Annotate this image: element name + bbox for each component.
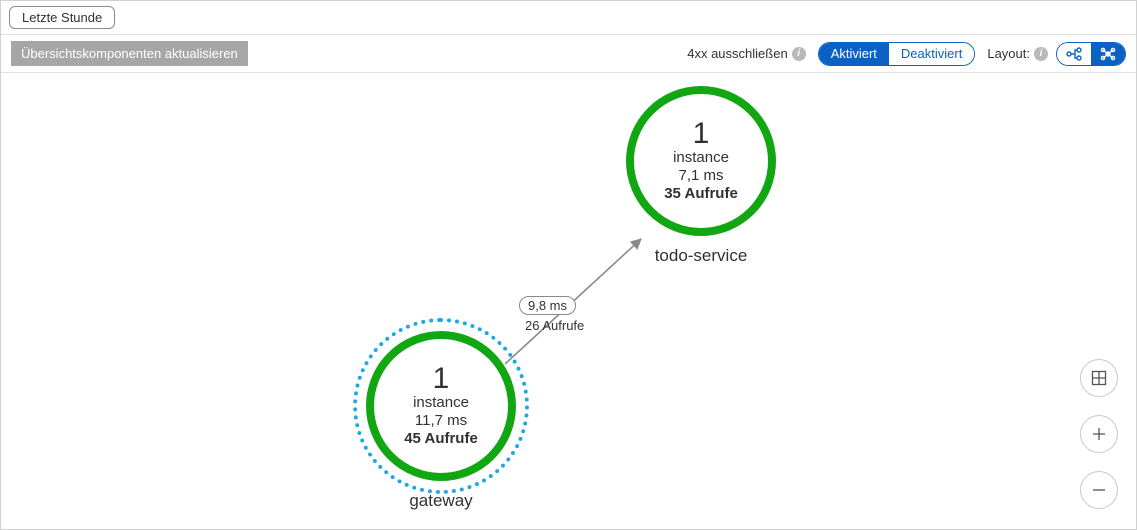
node-calls: 35 Aufrufe (664, 185, 738, 203)
edge-calls-label: 26 Aufrufe (525, 318, 584, 333)
node-calls: 45 Aufrufe (404, 430, 478, 448)
info-icon[interactable]: i (792, 47, 806, 61)
node-instance-count: 1 (433, 364, 450, 394)
zoom-controls (1080, 359, 1118, 509)
node-instance-count: 1 (693, 119, 710, 149)
topbar: Letzte Stunde (1, 1, 1136, 35)
network-icon (1100, 47, 1116, 61)
info-icon[interactable]: i (1034, 47, 1048, 61)
map-canvas[interactable]: 9,8 ms 26 Aufrufe 1 instance 7,1 ms 35 A… (1, 74, 1136, 529)
time-range-button[interactable]: Letzte Stunde (9, 6, 115, 29)
zoom-out-button[interactable] (1080, 471, 1118, 509)
node-todo-service[interactable]: 1 instance 7,1 ms 35 Aufrufe todo-servic… (626, 86, 776, 266)
zoom-in-button[interactable] (1080, 415, 1118, 453)
exclude-4xx-text: 4xx ausschließen (687, 46, 787, 61)
node-instance-label: instance (673, 149, 729, 167)
minus-icon (1091, 482, 1107, 498)
node-name: todo-service (626, 246, 776, 266)
node-gateway[interactable]: 1 instance 11,7 ms 45 Aufrufe gateway (366, 331, 516, 511)
node-latency: 11,7 ms (415, 412, 467, 430)
toolbar: Übersichtskomponenten aktualisieren 4xx … (1, 35, 1136, 73)
layout-hierarchy-option[interactable] (1057, 43, 1091, 65)
fit-icon (1091, 370, 1107, 386)
node-latency: 7,1 ms (678, 167, 723, 185)
app-map-frame: Letzte Stunde Übersichtskomponenten aktu… (0, 0, 1137, 530)
refresh-components-button[interactable]: Übersichtskomponenten aktualisieren (11, 41, 248, 66)
node-name: gateway (366, 491, 516, 511)
exclude-4xx-toggle[interactable]: Aktiviert Deaktiviert (818, 42, 976, 66)
layout-force-option[interactable] (1091, 43, 1125, 65)
node-instance-label: instance (413, 394, 469, 412)
fit-to-screen-button[interactable] (1080, 359, 1118, 397)
plus-icon (1091, 426, 1107, 442)
toggle-deactivated[interactable]: Deaktiviert (889, 43, 974, 65)
layout-label: Layout: i (987, 46, 1048, 61)
toggle-activated[interactable]: Aktiviert (819, 43, 889, 65)
layout-toggle[interactable] (1056, 42, 1126, 66)
edge-latency-pill: 9,8 ms (519, 296, 576, 315)
hierarchy-icon (1066, 47, 1082, 61)
exclude-4xx-label: 4xx ausschließen i (687, 46, 805, 61)
